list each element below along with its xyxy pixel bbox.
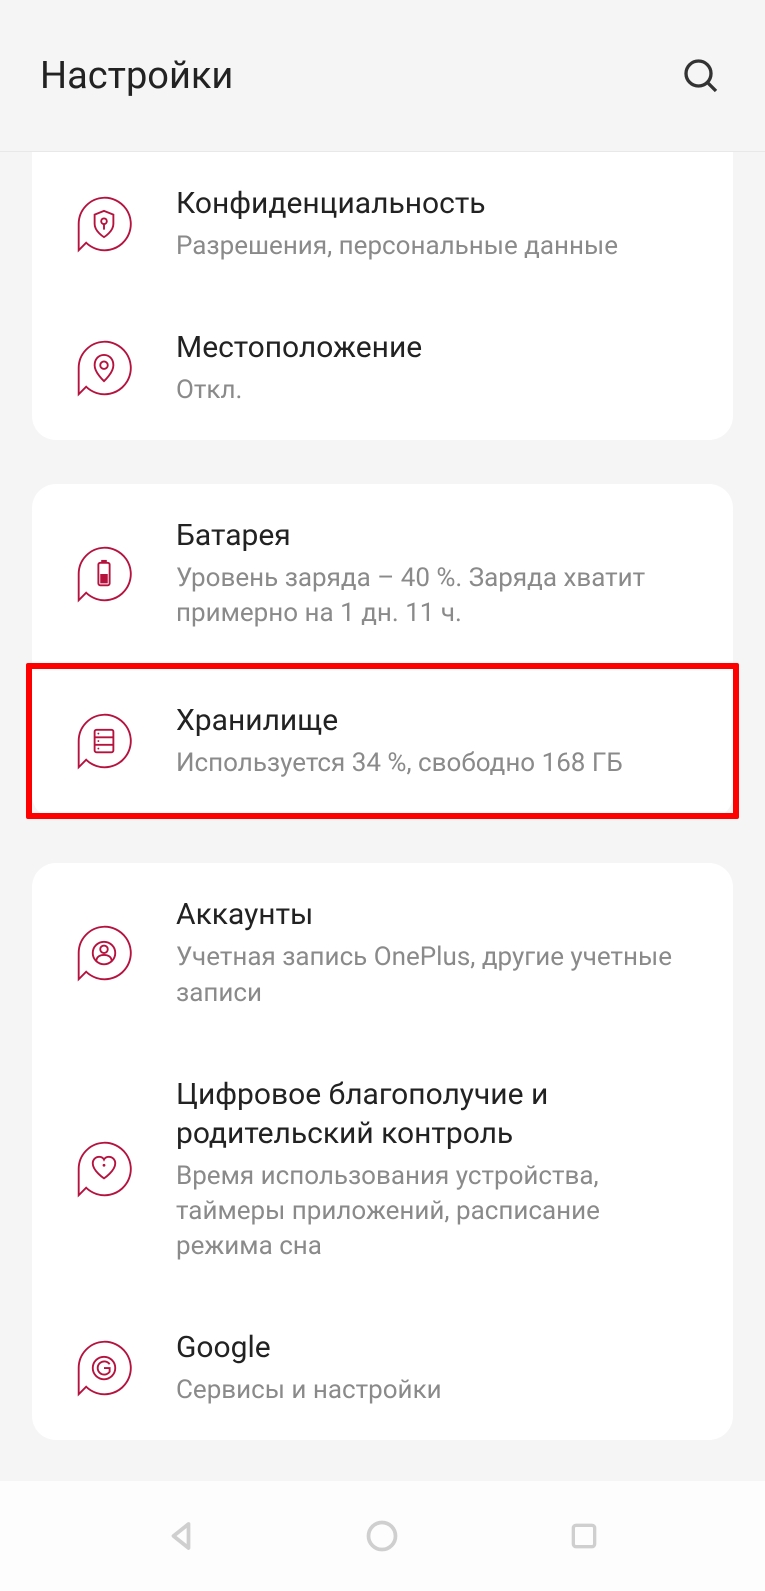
location-pin-icon <box>72 336 136 400</box>
item-subtitle: Сервисы и настройки <box>176 1373 693 1408</box>
nav-back-button[interactable] <box>153 1508 209 1564</box>
item-subtitle: Откл. <box>176 373 693 408</box>
square-recent-icon <box>568 1520 600 1552</box>
item-text: Батарея Уровень заряда – 40 %. Заряда хв… <box>176 516 693 631</box>
shield-key-icon <box>72 192 136 256</box>
settings-item-accounts[interactable]: Аккаунты Учетная запись OnePlus, другие … <box>32 863 733 1042</box>
settings-item-privacy[interactable]: Конфиденциальность Разрешения, персональ… <box>32 152 733 296</box>
item-subtitle: Разрешения, персональные данные <box>176 229 693 264</box>
item-subtitle: Уровень заряда – 40 %. Заряда хватит при… <box>176 561 693 631</box>
item-title: Местоположение <box>176 328 693 367</box>
item-text: Цифровое благополучие и родительский кон… <box>176 1075 693 1264</box>
settings-item-location[interactable]: Местоположение Откл. <box>32 296 733 440</box>
storage-icon <box>72 709 136 773</box>
navigation-bar <box>0 1481 765 1591</box>
nav-recent-button[interactable] <box>556 1508 612 1564</box>
item-text: Аккаунты Учетная запись OnePlus, другие … <box>176 895 693 1010</box>
item-subtitle: Время использования устройства, таймеры … <box>176 1159 693 1264</box>
settings-item-wellbeing[interactable]: Цифровое благополучие и родительский кон… <box>32 1043 733 1296</box>
settings-item-storage[interactable]: Хранилище Используется 34 %, свободно 16… <box>32 669 733 813</box>
battery-icon <box>72 542 136 606</box>
item-title: Батарея <box>176 516 693 555</box>
settings-content: Конфиденциальность Разрешения, персональ… <box>0 152 765 1440</box>
search-button[interactable] <box>677 52 725 100</box>
triangle-back-icon <box>163 1518 199 1554</box>
circle-home-icon <box>364 1518 400 1554</box>
settings-item-battery[interactable]: Батарея Уровень заряда – 40 %. Заряда хв… <box>32 484 733 663</box>
settings-group: Конфиденциальность Разрешения, персональ… <box>32 152 733 440</box>
heart-icon <box>72 1137 136 1201</box>
item-subtitle: Учетная запись OnePlus, другие учетные з… <box>176 940 693 1010</box>
header: Настройки <box>0 0 765 152</box>
google-g-icon <box>72 1336 136 1400</box>
settings-group: Аккаунты Учетная запись OnePlus, другие … <box>32 863 733 1440</box>
item-title: Конфиденциальность <box>176 184 693 223</box>
account-icon <box>72 921 136 985</box>
item-subtitle: Используется 34 %, свободно 168 ГБ <box>176 746 693 781</box>
item-title: Аккаунты <box>176 895 693 934</box>
item-text: Хранилище Используется 34 %, свободно 16… <box>176 701 693 781</box>
item-text: Конфиденциальность Разрешения, персональ… <box>176 184 693 264</box>
item-text: Местоположение Откл. <box>176 328 693 408</box>
item-text: Google Сервисы и настройки <box>176 1328 693 1408</box>
item-title: Google <box>176 1328 693 1367</box>
highlight-box: Хранилище Используется 34 %, свободно 16… <box>26 663 739 819</box>
item-title: Хранилище <box>176 701 693 740</box>
settings-item-google[interactable]: Google Сервисы и настройки <box>32 1296 733 1440</box>
nav-home-button[interactable] <box>354 1508 410 1564</box>
item-title: Цифровое благополучие и родительский кон… <box>176 1075 693 1153</box>
search-icon <box>681 56 721 96</box>
settings-group: Батарея Уровень заряда – 40 %. Заряда хв… <box>32 484 733 819</box>
page-title: Настройки <box>40 54 233 98</box>
